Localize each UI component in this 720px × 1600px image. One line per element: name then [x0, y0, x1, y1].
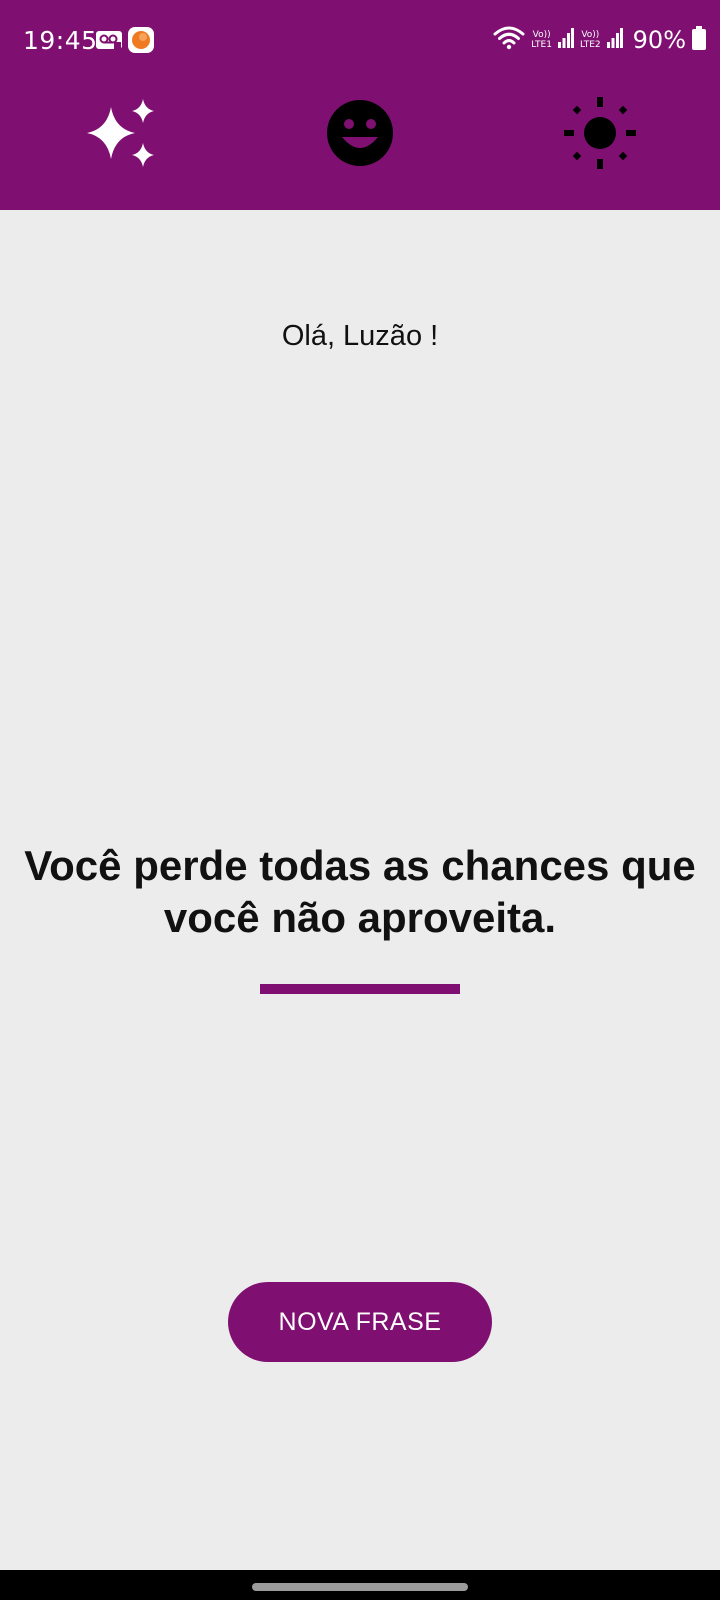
new-phrase-button[interactable]: NOVA FRASE	[228, 1282, 492, 1362]
wifi-icon	[493, 25, 525, 56]
sparkle-button[interactable]	[78, 90, 168, 180]
sim2-signal-icon	[606, 27, 623, 53]
battery-icon	[692, 25, 706, 55]
smile-button[interactable]	[315, 90, 405, 180]
status-bar: 19:45 Vo)) LTE1 Vo)) LTE2 90%	[0, 0, 720, 80]
voicemail-icon	[96, 29, 122, 56]
sim1-network-icon: Vo)) LTE1	[531, 30, 552, 50]
status-right-icons: Vo)) LTE1 Vo)) LTE2 90%	[493, 24, 706, 56]
greeting-text: Olá, Luzão !	[281, 320, 439, 352]
status-time: 19:45	[23, 26, 98, 55]
sim2-network-icon: Vo)) LTE2	[579, 30, 601, 50]
app-toolbar	[0, 90, 720, 200]
status-notification-icons	[96, 27, 154, 58]
home-gesture-handle[interactable]	[252, 1583, 468, 1591]
app-header: 19:45 Vo)) LTE1 Vo)) LTE2 90%	[0, 0, 720, 210]
battery-percentage: 90%	[632, 26, 686, 54]
sparkle-icon	[83, 93, 163, 178]
quote-text: Você perde todas as chances que você não…	[24, 842, 696, 941]
smile-icon	[324, 97, 396, 174]
theme-toggle-button[interactable]	[555, 90, 645, 180]
app-notification-icon	[128, 27, 154, 58]
sun-icon	[560, 93, 640, 178]
sim1-signal-icon	[557, 27, 574, 53]
accent-divider	[260, 984, 460, 994]
